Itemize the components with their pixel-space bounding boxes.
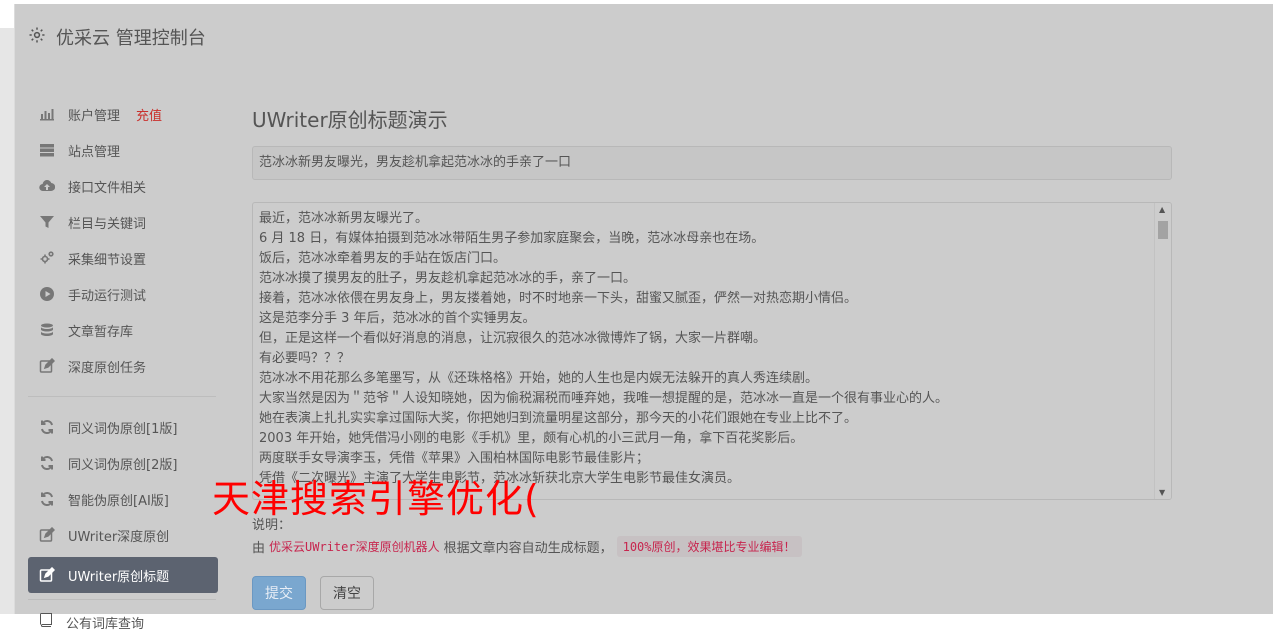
article-line: 6 月 18 日，有媒体拍摄到范冰冰带陌生男子参加家庭聚会，当晚，范冰冰母亲也在…: [259, 231, 765, 246]
refresh-icon: [38, 491, 56, 507]
description-text: 由 优采云UWriter深度原创机器人 根据文章内容自动生成标题， 100%原创…: [252, 536, 802, 557]
submit-button[interactable]: 提交: [252, 576, 306, 610]
gear-icon: [28, 26, 46, 49]
sidebar-item-label: 深度原创任务: [68, 360, 147, 376]
article-line: 范冰冰摸了摸男友的肚子，男友趁机拿起范冰冰的手，亲了一口。: [259, 271, 637, 286]
sidebar-item-label: 站点管理: [68, 144, 121, 160]
desc-prefix: 由: [252, 541, 266, 556]
sidebar-item-label: 栏目与关键词: [68, 216, 147, 232]
scrollbar-thumb[interactable]: [1158, 221, 1168, 239]
edit-icon: [38, 358, 56, 374]
scroll-down-icon[interactable]: ▼: [1159, 488, 1165, 497]
article-line: 她在表演上扎扎实实拿过国际大奖，你把她归到流量明星这部分，那今天的小花们跟她在专…: [259, 411, 858, 426]
sidebar-item-label: 文章暂存库: [68, 324, 134, 340]
sidebar-item-manual-run[interactable]: 手动运行测试: [28, 276, 218, 312]
robot-name-code: 优采云UWriter深度原创机器人: [269, 540, 440, 554]
article-textarea[interactable]: 最近，范冰冰新男友曝光了。 6 月 18 日，有媒体拍摄到范冰冰带陌生男子参加家庭…: [252, 202, 1172, 500]
server-icon: [38, 142, 56, 158]
cogs-icon: [38, 250, 56, 266]
article-line: 范冰冰不用花那么多笔墨写，从《还珠格格》开始，她的人生也是内娱无法躲开的真人秀连…: [259, 371, 819, 386]
main-content: UWriter原创标题演示 范冰冰新男友曝光，男友趁机拿起范冰冰的手亲了一口 最…: [252, 104, 1172, 610]
sidebar-item-label: 手动运行测试: [68, 288, 147, 304]
sidebar-item-ai-rewrite[interactable]: 智能伪原创[AI版]: [28, 481, 218, 517]
article-line: 但，正是这样一个看似好消息的消息，让沉寂很久的范冰冰微博炸了锅，大家一片群嘲。: [259, 331, 767, 346]
play-circle-icon: [38, 286, 56, 302]
sidebar-divider: [28, 396, 216, 397]
article-line: 有必要吗？？？: [259, 351, 351, 366]
sidebar-item-label: 同义词伪原创[2版]: [68, 457, 178, 473]
sidebar-item-label: UWriter深度原创: [68, 529, 170, 545]
article-line: 大家当然是因为＂范爷＂人设知晓她，因为偷税漏税而唾弃她，我唯一想提醒的是，范冰冰…: [259, 391, 949, 406]
sidebar-item-account[interactable]: 账户管理 充值: [28, 96, 218, 132]
sidebar-item-label: UWriter原创标题: [68, 569, 170, 585]
sidebar-item-collect-settings[interactable]: 采集细节设置: [28, 240, 218, 276]
scroll-up-icon[interactable]: ▲: [1159, 205, 1165, 214]
sidebar-item-uwriter-title[interactable]: UWriter原创标题: [28, 557, 218, 593]
sidebar-item-label: 公有词库查询: [66, 616, 145, 632]
sidebar-item-synonym-v1[interactable]: 同义词伪原创[1版]: [28, 409, 218, 445]
article-line: 两度联手女导演李玉，凭借《苹果》入围柏林国际电影节最佳影片；: [259, 451, 650, 466]
sidebar-item-columns[interactable]: 栏目与关键词: [28, 204, 218, 240]
sidebar-item-label: 采集细节设置: [68, 252, 147, 268]
page-title: UWriter原创标题演示: [252, 108, 448, 132]
filter-icon: [38, 214, 56, 230]
article-line: 2003 年开始，她凭借冯小刚的电影《手机》里，颇有心机的小三武月一角，拿下百花…: [259, 431, 804, 446]
clear-button[interactable]: 清空: [320, 576, 374, 610]
sidebar-item-article-store[interactable]: 文章暂存库: [28, 312, 218, 348]
sidebar-item-label: 智能伪原创[AI版]: [68, 493, 169, 509]
article-line: 最近，范冰冰新男友曝光了。: [259, 211, 429, 226]
sidebar-item-interface[interactable]: 接口文件相关: [28, 168, 218, 204]
refresh-icon: [38, 419, 56, 435]
desc-middle: 根据文章内容自动生成标题，: [443, 541, 613, 556]
sidebar: 账户管理 充值 站点管理 接口文件相关 栏目与关键词 采集细节设置 手动运行测试 …: [28, 96, 218, 612]
app-brand: 优采云 管理控制台: [28, 24, 206, 50]
edit-icon: [38, 567, 56, 583]
article-line: 饭后，范冰冰牵着男友的手站在饭店门口。: [259, 251, 507, 266]
book-icon: [38, 612, 54, 632]
sidebar-item-label: 账户管理: [68, 108, 121, 124]
sidebar-item-public-lexicon[interactable]: 公有词库查询: [38, 612, 144, 632]
sidebar-item-sites[interactable]: 站点管理: [28, 132, 218, 168]
sidebar-item-synonym-v2[interactable]: 同义词伪原创[2版]: [28, 445, 218, 481]
sidebar-item-uwriter-deep[interactable]: UWriter深度原创: [28, 517, 218, 553]
right-edge: [1273, 0, 1286, 642]
recharge-link[interactable]: 充值: [136, 105, 162, 124]
watermark-text: 天津搜索引擎优化(: [212, 477, 540, 521]
article-line: 这是范李分手 3 年后，范冰冰的首个实锤男友。: [259, 311, 536, 326]
sidebar-divider: [28, 599, 216, 600]
cloud-upload-icon: [38, 178, 56, 194]
article-text: 最近，范冰冰新男友曝光了。 6 月 18 日，有媒体拍摄到范冰冰带陌生男子参加家庭…: [253, 203, 1171, 495]
database-icon: [38, 322, 56, 338]
brand-title: 优采云 管理控制台: [56, 28, 206, 49]
bottom-edge: [0, 614, 1286, 642]
bar-chart-icon: [38, 106, 56, 122]
refresh-icon: [38, 455, 56, 471]
sidebar-item-label: 接口文件相关: [68, 180, 147, 196]
edit-icon: [38, 527, 56, 543]
original-badge: 100%原创，效果堪比专业编辑！: [616, 536, 802, 557]
article-line: 接着，范冰冰依偎在男友身上，男友搂着她，时不时地亲一下头，甜蜜又腻歪，俨然一对热…: [259, 291, 858, 306]
textarea-scrollbar[interactable]: ▲ ▼: [1154, 203, 1171, 499]
generated-title-field[interactable]: 范冰冰新男友曝光，男友趁机拿起范冰冰的手亲了一口: [252, 146, 1172, 180]
sidebar-item-deep-original-task[interactable]: 深度原创任务: [28, 348, 218, 384]
sidebar-item-label: 同义词伪原创[1版]: [68, 421, 178, 437]
